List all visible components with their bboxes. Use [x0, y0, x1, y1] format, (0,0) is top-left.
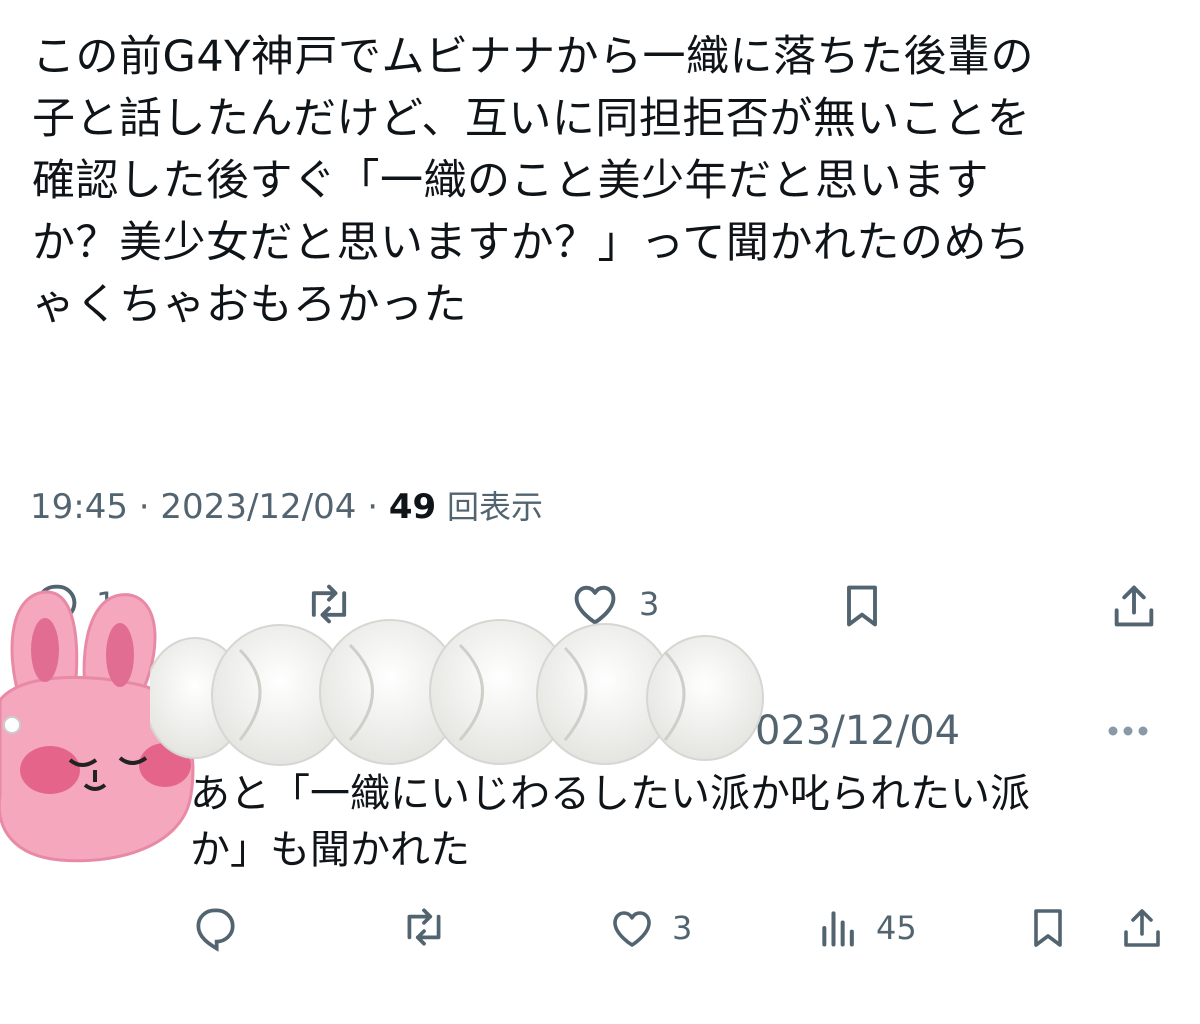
more-options-icon[interactable] — [1106, 724, 1150, 738]
tweet-meta: 19:45 · 2023/12/04 · 49 回表示 — [30, 482, 543, 528]
reply-views-button[interactable]: 45 — [816, 906, 917, 950]
share-icon — [1114, 585, 1154, 627]
tweet-text-line: ゃくちゃおもろかった — [32, 280, 467, 330]
like-icon — [613, 911, 651, 947]
bookmark-icon — [1034, 909, 1062, 947]
views-label: 回表示 — [446, 488, 543, 526]
tweet-time: 19:45 — [30, 487, 128, 527]
tweet-text-line: この前G4Y神戸でムビナナから一織に落ちた後輩の — [32, 32, 1034, 82]
share-icon — [1124, 909, 1160, 947]
reply-icon — [196, 908, 235, 952]
analytics-icon — [822, 911, 854, 947]
reply-action-bar: 3 45 — [0, 902, 1200, 958]
bookmark-button[interactable] — [836, 578, 888, 634]
share-button[interactable] — [1108, 578, 1160, 634]
retweet-icon — [407, 908, 441, 946]
reply-date[interactable]: 023/12/04 — [755, 708, 960, 754]
tweet-date[interactable]: 2023/12/04 — [160, 487, 356, 527]
bookmark-icon — [847, 585, 877, 627]
meta-separator: · — [356, 487, 389, 527]
reply-bookmark-button[interactable] — [1024, 902, 1072, 954]
reply-views-count: 45 — [876, 909, 917, 947]
tweet-text-line: 確認した後すぐ「一織のこと美少年だと思います — [32, 156, 989, 206]
tweet-text-line: 子と話したんだけど、互いに同担拒否が無いことを — [32, 94, 1031, 144]
tweet-text: この前G4Y神戸でムビナナから一織に落ちた後輩の 子と話したんだけど、互いに同担… — [32, 26, 1172, 336]
reply-text: あと「一織にいじわるしたい派か叱られたい派 か」も聞かれた — [190, 766, 1150, 878]
reply-share-button[interactable] — [1118, 902, 1166, 954]
views-count: 49 — [388, 487, 437, 527]
whipped-cream-sticker-icon — [150, 619, 764, 766]
meta-separator: · — [127, 487, 161, 527]
tweet-text-line: か？美少女だと思いますか？」って聞かれたのめち — [32, 218, 1031, 268]
reply-text-line: か」も聞かれた — [190, 827, 470, 873]
reply-like-button[interactable]: 3 — [606, 904, 692, 952]
reply-retweet-button[interactable] — [396, 902, 466, 952]
reply-reply-button[interactable] — [190, 902, 254, 952]
reply-like-count: 3 — [672, 909, 693, 947]
